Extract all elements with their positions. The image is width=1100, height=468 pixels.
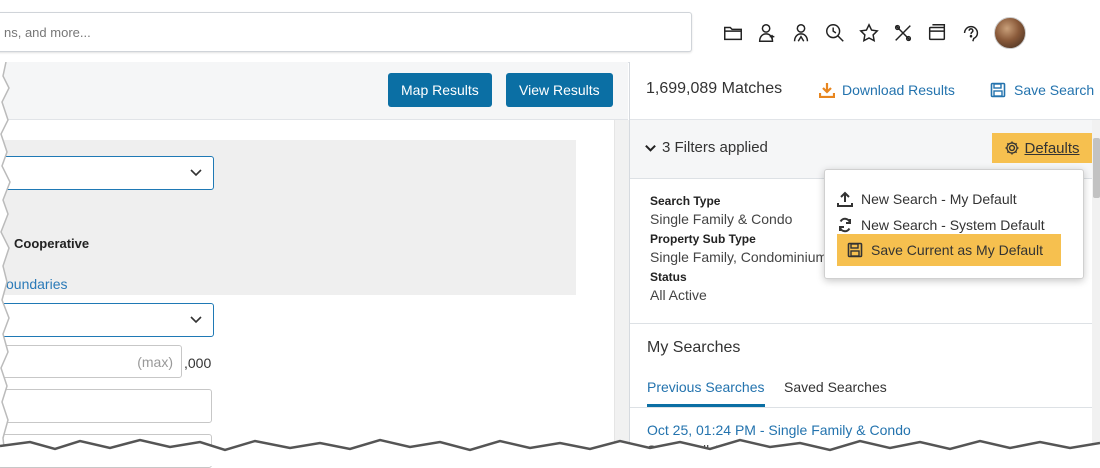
menu-item-label: New Search - My Default bbox=[861, 191, 1017, 207]
save-search-link[interactable]: Save Search bbox=[990, 82, 1094, 98]
contact-icon[interactable] bbox=[750, 18, 784, 48]
section-divider bbox=[630, 323, 1092, 324]
download-results-label: Download Results bbox=[842, 82, 955, 98]
chevron-down-icon bbox=[190, 169, 202, 177]
tab-saved-searches[interactable]: Saved Searches bbox=[784, 379, 887, 395]
tab-previous-searches[interactable]: Previous Searches bbox=[647, 379, 765, 395]
recent-search-status: Status: All Active bbox=[647, 442, 751, 458]
filter-form: C Cooperative oundaries (max) ,000 bbox=[0, 120, 614, 468]
global-search-input[interactable]: ns, and more... bbox=[0, 12, 692, 52]
save-icon bbox=[990, 82, 1006, 98]
tab-divider bbox=[630, 407, 1092, 408]
download-icon bbox=[819, 83, 835, 98]
map-results-button[interactable]: Map Results bbox=[388, 73, 492, 107]
location-panel: C Cooperative oundaries bbox=[0, 140, 576, 295]
matches-bar: 1,699,089 Matches Download Results Save … bbox=[630, 62, 1100, 120]
window-icon[interactable] bbox=[920, 18, 954, 48]
cooperative-label: Cooperative bbox=[14, 236, 90, 251]
price-suffix: ,000 bbox=[184, 355, 212, 371]
filters-applied-label: 3 Filters applied bbox=[662, 139, 768, 156]
help-icon[interactable] bbox=[954, 18, 988, 48]
search-history-icon[interactable] bbox=[818, 18, 852, 48]
tools-icon[interactable] bbox=[886, 18, 920, 48]
star-icon[interactable] bbox=[852, 18, 886, 48]
match-count: 1,699,089 Matches bbox=[646, 80, 783, 97]
folder-icon[interactable] bbox=[716, 18, 750, 48]
defaults-button[interactable]: Defaults bbox=[992, 133, 1092, 163]
save-icon bbox=[847, 242, 863, 258]
max-placeholder: (max) bbox=[137, 354, 173, 370]
avatar[interactable] bbox=[994, 17, 1026, 49]
save-search-label: Save Search bbox=[1014, 82, 1095, 98]
defaults-menu: New Search - My Default New Search - Sys… bbox=[824, 169, 1084, 279]
top-bar: ns, and more... bbox=[0, 0, 1100, 63]
gear-icon bbox=[1005, 141, 1019, 155]
location-select[interactable] bbox=[0, 156, 214, 190]
left-header: Map Results View Results bbox=[0, 62, 628, 120]
chevron-down-icon bbox=[645, 144, 656, 152]
scrollbar-thumb[interactable] bbox=[1093, 138, 1100, 198]
agent-icon[interactable] bbox=[784, 18, 818, 48]
boundaries-link[interactable]: oundaries bbox=[6, 276, 68, 292]
defaults-label: Defaults bbox=[1024, 139, 1080, 157]
refresh-icon bbox=[839, 217, 851, 233]
chevron-down-icon bbox=[190, 316, 202, 324]
toolbar-icons bbox=[716, 17, 1026, 49]
view-results-button[interactable]: View Results bbox=[506, 73, 613, 107]
left-scrollbar[interactable] bbox=[614, 120, 629, 466]
menu-item-label: Save Current as My Default bbox=[871, 242, 1043, 258]
upload-icon bbox=[837, 191, 853, 207]
checkbox-fragment[interactable]: C bbox=[0, 237, 6, 252]
right-scrollbar[interactable] bbox=[1092, 120, 1100, 466]
max-price-input[interactable]: (max) bbox=[0, 345, 182, 378]
second-select[interactable] bbox=[0, 303, 214, 337]
my-searches-heading: My Searches bbox=[647, 339, 741, 356]
text-input-2[interactable] bbox=[0, 434, 212, 468]
recent-search-link[interactable]: Oct 25, 01:24 PM - Single Family & Condo bbox=[647, 422, 911, 438]
menu-item-save-current-as-my-default[interactable]: Save Current as My Default bbox=[837, 234, 1061, 266]
menu-item-label: New Search - System Default bbox=[861, 217, 1045, 233]
download-results-link[interactable]: Download Results bbox=[819, 82, 955, 98]
filter-value: All Active bbox=[650, 287, 707, 303]
text-input-1[interactable] bbox=[0, 389, 212, 423]
